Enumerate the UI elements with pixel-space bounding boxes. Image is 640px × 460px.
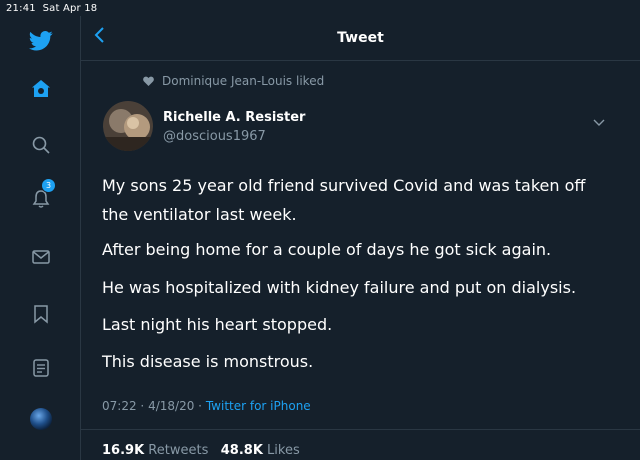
profile-avatar-icon[interactable]	[26, 404, 56, 434]
status-bar: 21:41 Sat Apr 18	[6, 3, 97, 14]
heart-icon	[143, 76, 154, 86]
author-name[interactable]: Richelle A. Resister	[163, 110, 305, 125]
likes-count: 48.8K	[220, 443, 263, 458]
meta-separator: ·	[198, 399, 202, 413]
social-context-text: Dominique Jean-Louis liked	[162, 74, 325, 88]
sidebar: 3	[0, 16, 81, 460]
tweet-text-line: Last night his heart stopped.	[102, 315, 333, 334]
divider	[81, 429, 640, 430]
tweet-text-line: He was hospitalized with kidney failure …	[102, 278, 577, 297]
tweet-text-line: My sons 25 year old friend survived Covi…	[102, 176, 586, 195]
status-date: Sat Apr 18	[42, 3, 98, 14]
tweet-stats: 16.9K Retweets 48.8K Likes	[102, 443, 300, 458]
social-context[interactable]: Dominique Jean-Louis liked	[143, 74, 324, 88]
avatar[interactable]	[103, 101, 153, 151]
list-icon[interactable]	[26, 353, 56, 383]
retweets-stat[interactable]: 16.9K Retweets	[102, 443, 208, 458]
tweet-source-link[interactable]: Twitter for iPhone	[206, 399, 311, 413]
likes-label: Likes	[267, 443, 300, 458]
meta-separator: ·	[140, 399, 145, 413]
tweet-text-line: This disease is monstrous.	[102, 352, 314, 371]
tweet-text-line: After being home for a couple of days he…	[102, 240, 552, 259]
tweet-date: 4/18/20	[148, 399, 195, 413]
mail-icon[interactable]	[26, 242, 56, 272]
chevron-down-icon[interactable]	[592, 113, 608, 126]
bookmark-icon[interactable]	[26, 299, 56, 329]
tweet-text-line: the ventilator last week.	[102, 205, 297, 224]
retweets-label: Retweets	[148, 443, 209, 458]
author-handle[interactable]: @doscious1967	[163, 129, 266, 144]
likes-stat[interactable]: 48.8K Likes	[221, 443, 300, 458]
header: Tweet	[81, 16, 640, 61]
tweet-time: 07:22	[102, 399, 137, 413]
search-icon[interactable]	[26, 130, 56, 160]
notifications-button[interactable]: 3	[26, 178, 56, 214]
twitter-logo-icon[interactable]	[26, 26, 56, 56]
home-icon[interactable]	[26, 74, 56, 104]
status-time: 21:41	[6, 3, 36, 14]
retweets-count: 16.9K	[102, 443, 145, 458]
notification-badge: 3	[41, 178, 56, 193]
tweet-meta: 07:22 · 4/18/20 · Twitter for iPhone	[102, 399, 311, 413]
page-title: Tweet	[337, 30, 384, 46]
